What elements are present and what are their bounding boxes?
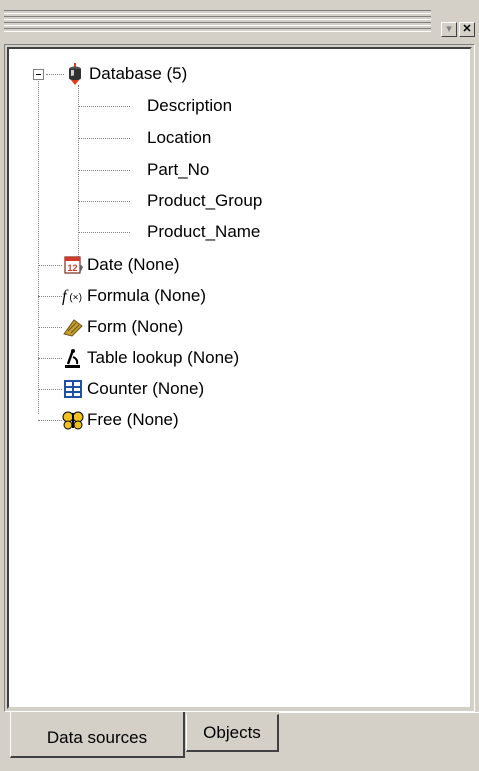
tree-node-label: Form (None) — [87, 317, 184, 336]
collapse-toggle[interactable] — [33, 69, 44, 80]
tree-node-field[interactable]: Location — [147, 124, 211, 152]
close-icon: ✕ — [462, 23, 472, 35]
tab-objects[interactable]: Objects — [186, 714, 279, 752]
free-icon — [62, 409, 84, 431]
tree-node-label: Free (None) — [87, 410, 179, 429]
dropdown-icon: ▾ — [446, 23, 452, 35]
form-icon — [62, 316, 84, 338]
tree-node-field[interactable]: Part_No — [147, 156, 209, 184]
svg-text:f: f — [62, 287, 69, 306]
tab-data-sources[interactable]: Data sources — [10, 712, 185, 758]
tree-node-label: Database (5) — [89, 64, 188, 83]
tree-node-label: Location — [147, 128, 212, 147]
tree-node-form[interactable]: Form (None) — [62, 313, 183, 341]
tree-node-label: Description — [147, 96, 233, 115]
titlebar-grip-line — [4, 16, 431, 20]
table-lookup-icon — [62, 347, 84, 369]
tree-node-field[interactable]: Product_Name — [147, 218, 260, 246]
tree-node-formula[interactable]: f (×) Formula (None) — [62, 282, 206, 310]
tree-node-label: Product_Name — [147, 222, 261, 241]
tree-connector-line — [38, 327, 62, 328]
tree-node-table-lookup[interactable]: Table lookup (None) — [62, 344, 239, 372]
tree-connector-line — [78, 106, 130, 107]
tab-label: Data sources — [46, 728, 148, 747]
tree-node-label: Formula (None) — [87, 286, 207, 305]
tree-connector-line — [38, 76, 39, 414]
tree-connector-line — [38, 296, 62, 297]
tree-connector-line — [78, 85, 79, 263]
formula-icon: f (×) — [62, 285, 84, 307]
data-sources-tree[interactable]: Database (5) Description Location Part_N… — [9, 49, 470, 707]
tree-connector-line — [38, 265, 62, 266]
titlebar-grip-line — [4, 10, 431, 14]
database-icon — [64, 63, 86, 85]
tab-strip-edge — [279, 712, 479, 713]
tree-connector-line — [78, 170, 130, 171]
dropdown-button[interactable]: ▾ — [441, 22, 457, 37]
tree-node-field[interactable]: Description — [147, 92, 232, 120]
close-button[interactable]: ✕ — [459, 22, 475, 37]
tree-connector-line — [78, 138, 130, 139]
tree-connector-line — [38, 358, 62, 359]
tree-connector-line — [46, 74, 64, 75]
tab-strip: Data sources Objects — [0, 712, 479, 771]
tree-node-counter[interactable]: Counter (None) — [62, 375, 204, 403]
svg-text:12: 12 — [67, 263, 77, 273]
tree-connector-line — [78, 232, 130, 233]
calendar-icon: 12 — [62, 254, 84, 276]
tree-node-label: Counter (None) — [87, 379, 205, 398]
panel-titlebar[interactable]: ▾ ✕ — [0, 0, 479, 46]
tree-connector-line — [78, 201, 130, 202]
tree-node-label: Table lookup (None) — [87, 348, 240, 367]
svg-text:(×): (×) — [69, 293, 82, 304]
tree-connector-line — [38, 420, 62, 421]
titlebar-grip-line — [4, 28, 431, 32]
tab-label: Objects — [203, 722, 261, 742]
tree-node-free[interactable]: Free (None) — [62, 406, 179, 434]
tree-node-database[interactable]: Database (5) — [64, 60, 187, 88]
data-sources-tree-panel[interactable]: Database (5) Description Location Part_N… — [7, 47, 472, 709]
tree-node-label: Part_No — [147, 160, 210, 179]
counter-icon — [62, 378, 84, 400]
tree-connector-line — [38, 389, 62, 390]
tree-node-label: Product_Group — [147, 191, 263, 210]
tree-node-field[interactable]: Product_Group — [147, 187, 262, 215]
titlebar-grip-line — [4, 22, 431, 26]
tree-node-label: Date (None) — [87, 255, 180, 274]
tree-node-date[interactable]: 12 Date (None) — [62, 251, 180, 279]
